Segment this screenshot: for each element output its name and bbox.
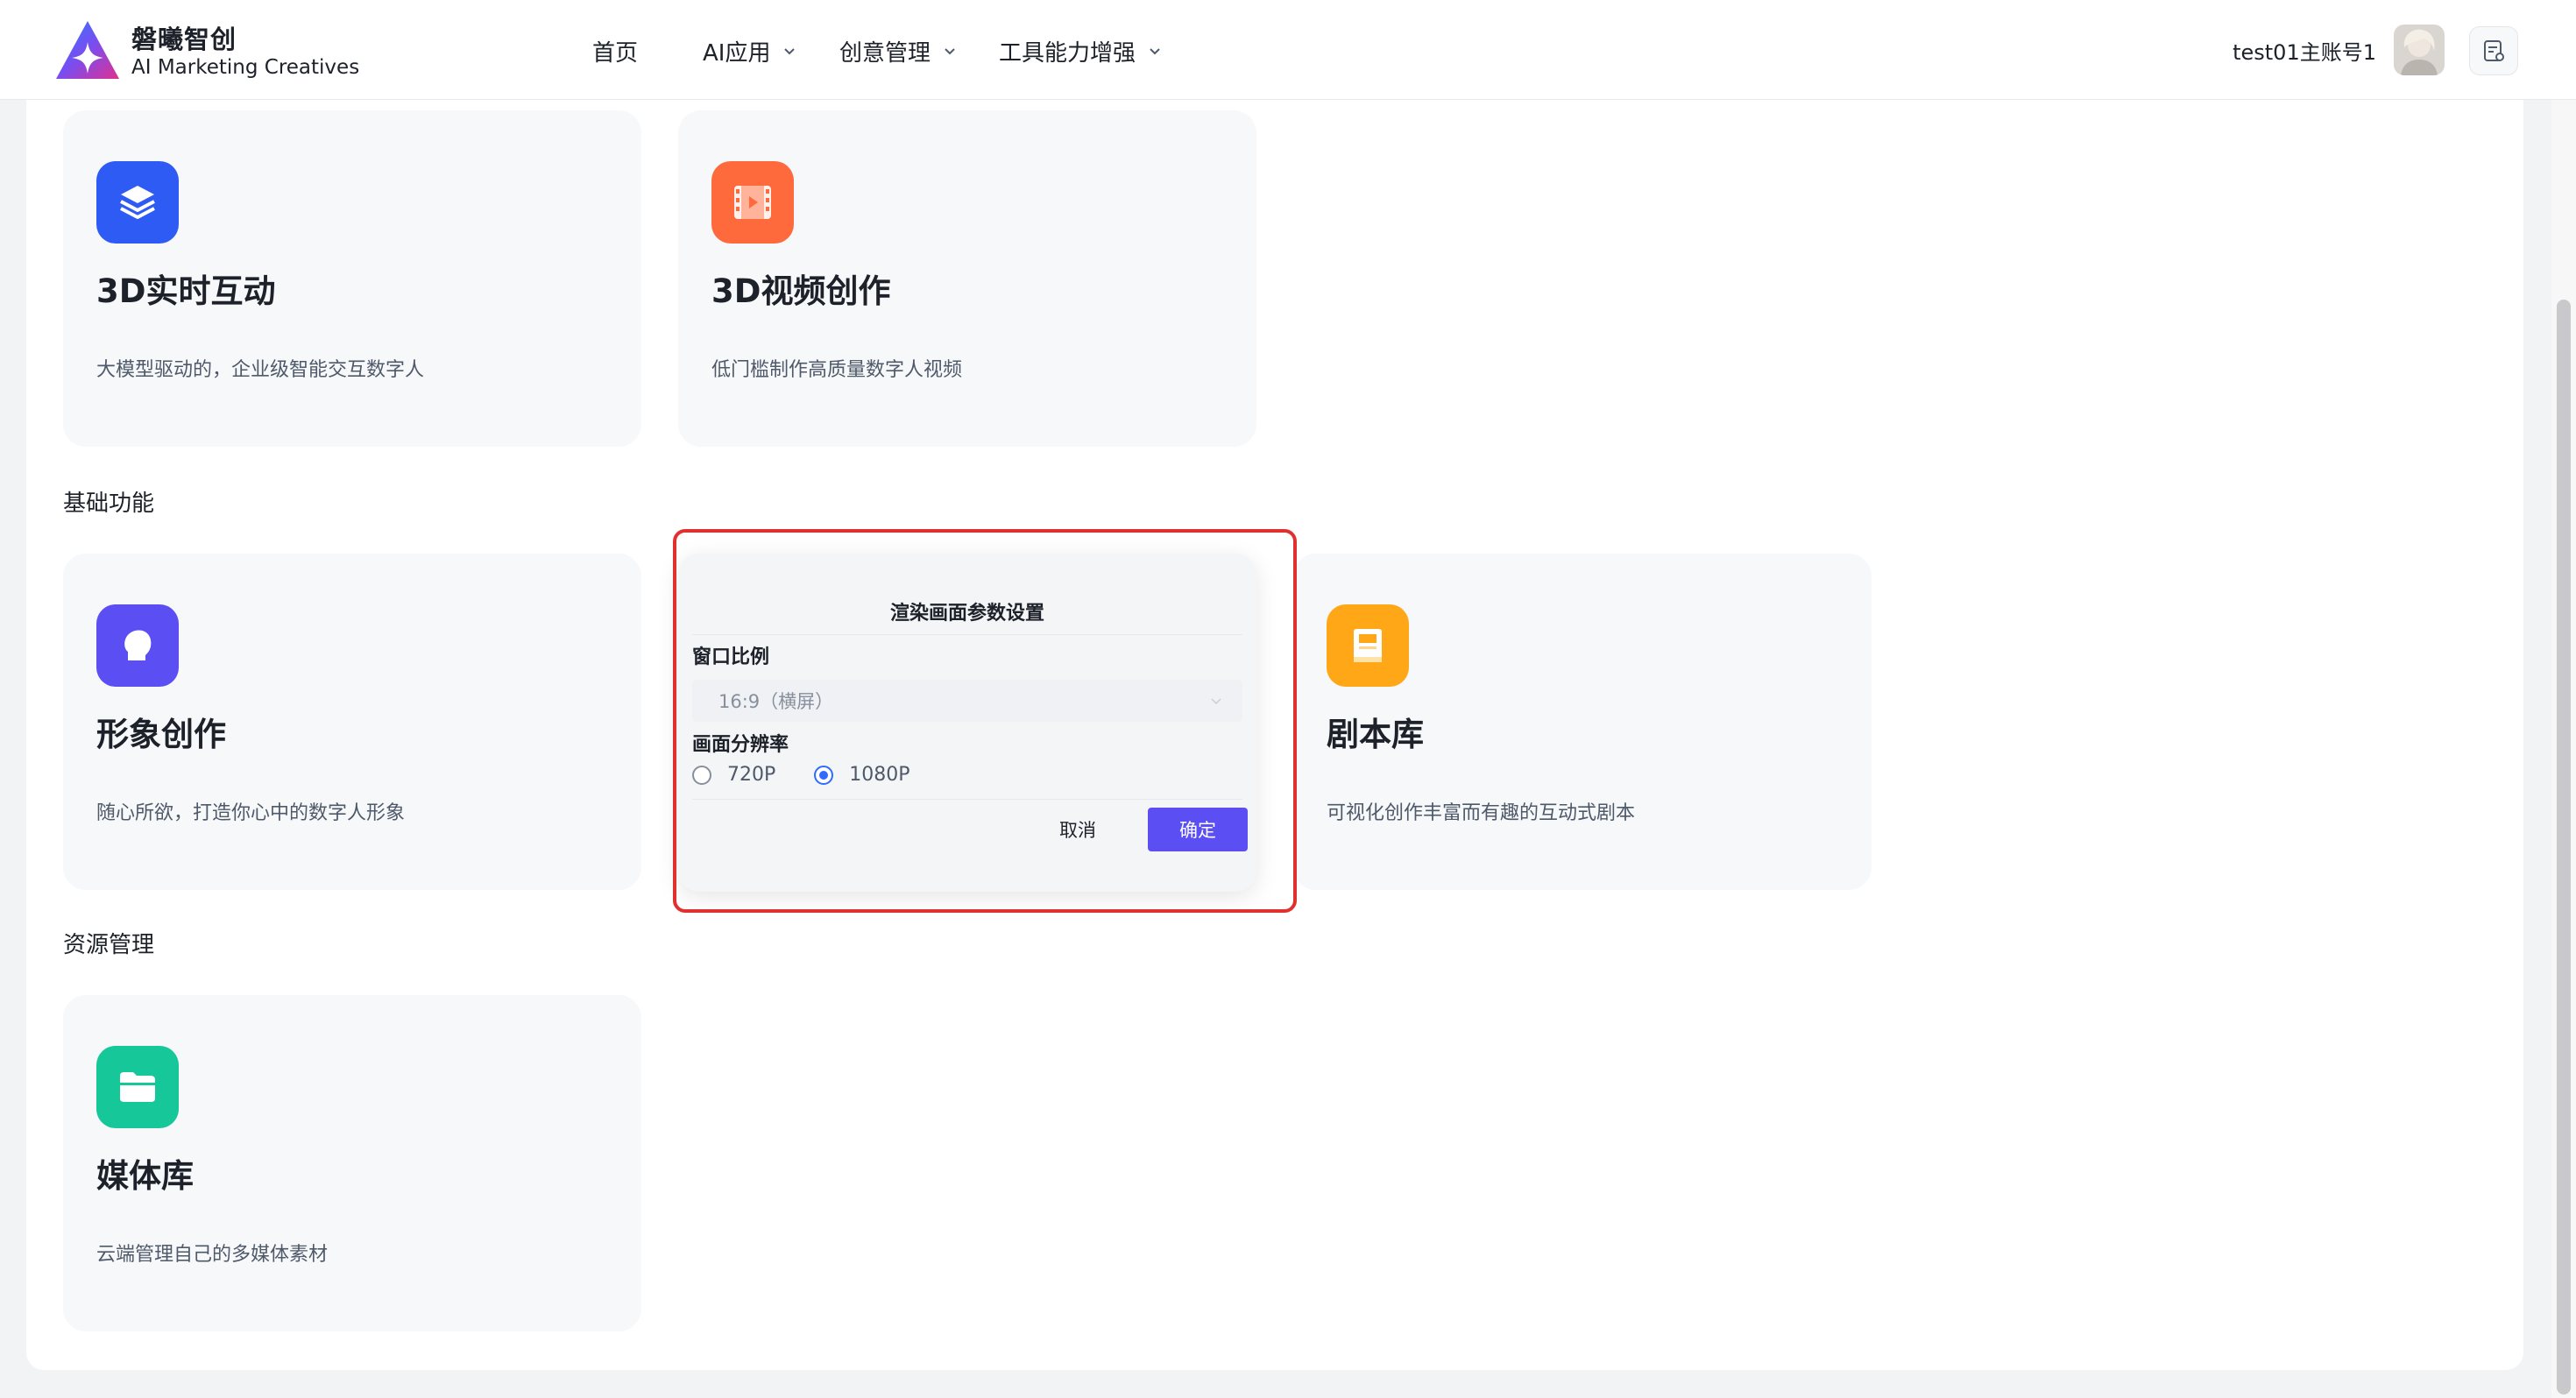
nav-ai-apps[interactable]: AI应用 (703, 35, 798, 67)
brand-subtitle: AI Marketing Creatives (131, 56, 360, 79)
chevron-down-icon (1150, 48, 1160, 55)
section-title-resource: 资源管理 (63, 932, 155, 958)
folder-icon (96, 1046, 179, 1128)
highlight-box (673, 529, 1297, 913)
card-title: 媒体库 (96, 1157, 194, 1195)
person-head-icon (96, 604, 179, 687)
card-description: 可视化创作丰富而有趣的互动式剧本 (1327, 802, 1636, 824)
layers-icon (96, 161, 179, 244)
avatar-image (2394, 25, 2445, 75)
avatar[interactable] (2394, 25, 2445, 75)
card-title: 形象创作 (96, 716, 226, 753)
nav-tool-enhancement-label: 工具能力增强 (999, 39, 1136, 67)
card-description: 云端管理自己的多媒体素材 (96, 1244, 329, 1266)
message-button[interactable] (2469, 26, 2518, 75)
card-title: 3D视频创作 (711, 272, 891, 310)
message-icon (2484, 40, 2504, 61)
nav-home-label: 首页 (592, 39, 639, 67)
card-avatar-creation[interactable]: 形象创作 随心所欲，打造你心中的数字人形象 (63, 554, 641, 890)
card-3d-video-creation[interactable]: 3D视频创作 低门槛制作高质量数字人视频 (678, 110, 1256, 447)
chevron-down-icon (784, 48, 796, 55)
card-script-library[interactable]: 剧本库 可视化创作丰富而有趣的互动式剧本 (1293, 554, 1872, 890)
nav-creative-management-label: 创意管理 (839, 39, 931, 67)
chevron-down-icon (945, 48, 955, 55)
card-media-library[interactable]: 媒体库 云端管理自己的多媒体素材 (63, 995, 641, 1331)
card-3d-realtime-interaction[interactable]: 3D实时互动 大模型驱动的，企业级智能交互数字人 (63, 110, 641, 447)
nav-tool-enhancement[interactable]: 工具能力增强 (999, 35, 1164, 67)
film-icon (711, 161, 794, 244)
card-description: 低门槛制作高质量数字人视频 (711, 359, 963, 381)
brand-name: 磐曦智创 (131, 25, 237, 54)
nav-home[interactable]: 首页 (592, 35, 638, 67)
logo-icon[interactable] (54, 19, 121, 81)
card-description: 大模型驱动的，企业级智能交互数字人 (96, 359, 425, 381)
scrollbar-thumb[interactable] (2557, 300, 2571, 1394)
card-description: 随心所欲，打造你心中的数字人形象 (96, 802, 406, 824)
card-title: 剧本库 (1327, 716, 1424, 753)
top-header: 磐曦智创 AI Marketing Creatives 首页 AI应用 创意管理… (0, 0, 2576, 100)
book-icon (1327, 604, 1409, 687)
nav-ai-apps-label: AI应用 (703, 39, 771, 67)
user-name[interactable]: test01主账号1 (2233, 35, 2376, 66)
section-title-basic: 基础功能 (63, 491, 155, 517)
nav-creative-management[interactable]: 创意管理 (839, 35, 959, 67)
card-title: 3D实时互动 (96, 272, 276, 310)
